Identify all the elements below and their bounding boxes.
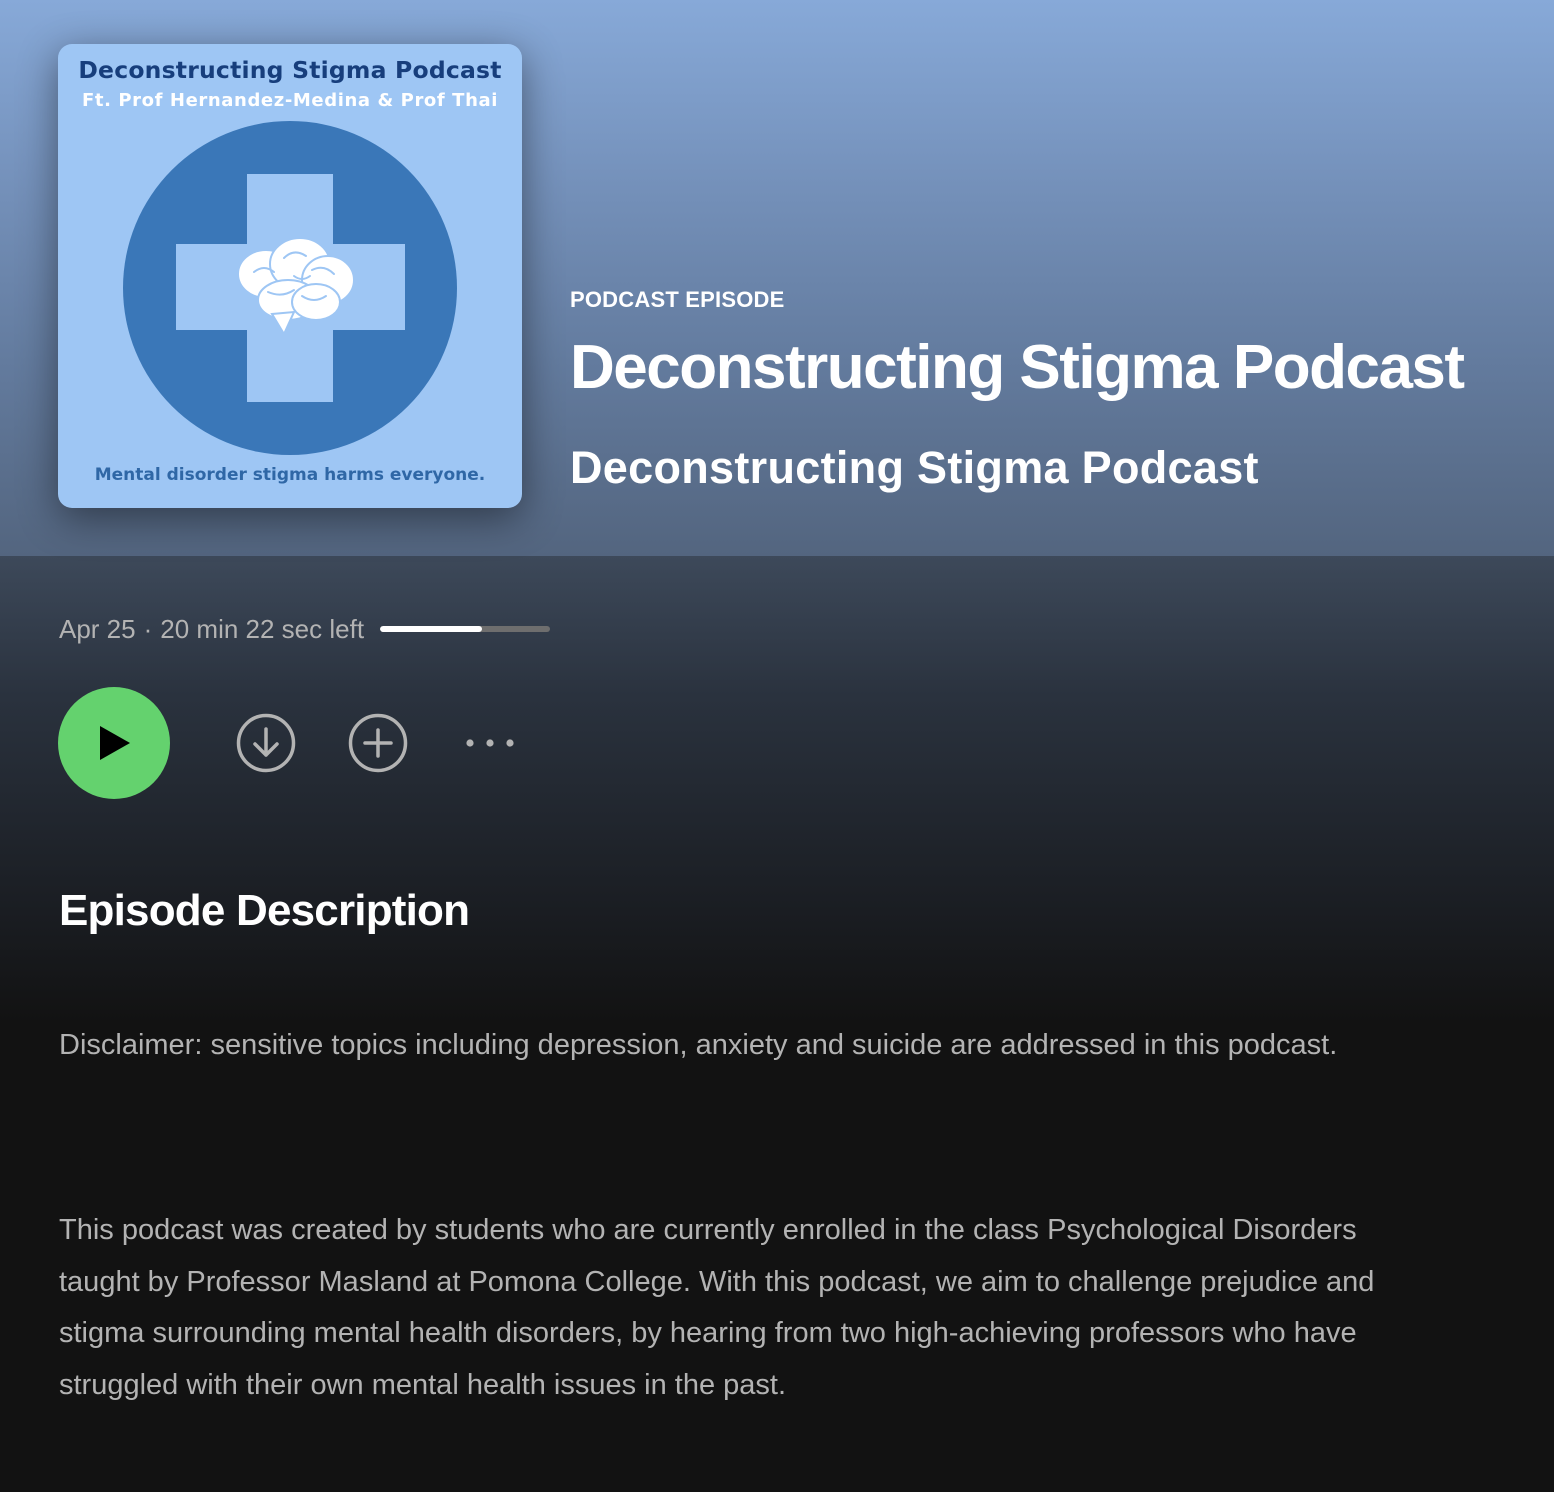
episode-meta-row: Apr 25 · 20 min 22 sec left xyxy=(59,612,551,646)
more-horizontal-icon xyxy=(466,739,514,747)
play-icon xyxy=(100,726,130,760)
plus-circle-icon xyxy=(348,713,408,773)
playback-progress-fill xyxy=(380,626,483,632)
cover-subtitle: Ft. Prof Hernandez-Medina & Prof Thai xyxy=(81,90,498,111)
episode-description-heading: Episode Description xyxy=(59,886,470,935)
release-date: Apr 25 xyxy=(59,613,136,644)
show-name-link[interactable]: Deconstructing Stigma Podcast xyxy=(570,442,1259,494)
cover-graphic xyxy=(123,121,457,455)
playback-progress-bar xyxy=(380,626,551,632)
add-to-library-button[interactable] xyxy=(346,711,410,775)
time-left: 20 min 22 sec left xyxy=(160,613,365,644)
episode-title: Deconstructing Stigma Podcast xyxy=(570,333,1465,402)
description-paragraph: Disclaimer: sensitive topics including d… xyxy=(59,1029,1338,1061)
cover-tagline: Mental disorder stigma harms everyone. xyxy=(94,465,486,485)
play-button[interactable] xyxy=(58,687,170,799)
meta-separator: · xyxy=(143,613,153,644)
download-button[interactable] xyxy=(234,711,298,775)
more-options-button[interactable] xyxy=(458,711,522,775)
cover-title: Deconstructing Stigma Podcast xyxy=(78,56,502,84)
description-paragraph: This podcast was created by students who… xyxy=(59,1214,1375,1401)
podcast-cover-art: Deconstructing Stigma Podcast Ft. Prof H… xyxy=(58,44,522,508)
download-circle-icon xyxy=(236,713,296,773)
content-type-label: PODCAST EPISODE xyxy=(570,287,785,312)
